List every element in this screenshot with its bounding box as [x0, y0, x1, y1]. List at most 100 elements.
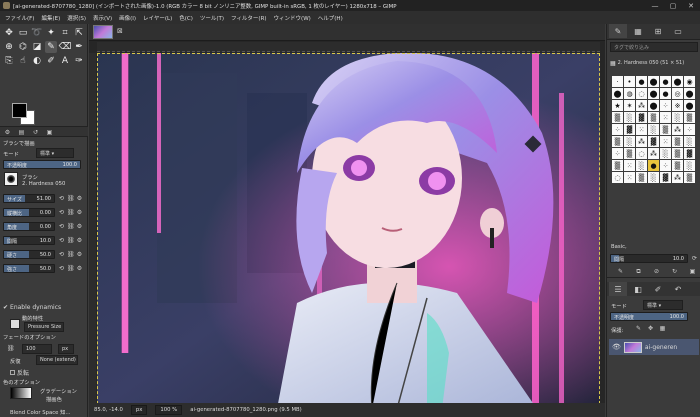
- brush-cell[interactable]: ▒: [660, 124, 671, 135]
- brush-preview[interactable]: [4, 172, 18, 186]
- brush-cell[interactable]: ●: [648, 160, 659, 171]
- brush-cell[interactable]: ⁘: [612, 124, 623, 135]
- brush-cell[interactable]: ⁂: [636, 100, 647, 111]
- minimize-button[interactable]: —: [646, 0, 664, 11]
- link-icon[interactable]: ⛓: [67, 209, 75, 216]
- text-tool-icon[interactable]: A: [59, 55, 71, 67]
- device-status-tab-icon[interactable]: ▤: [18, 129, 25, 136]
- dynamics-icon[interactable]: ⚙: [76, 251, 83, 258]
- brush-spacing-slider[interactable]: 間隔 10.0: [610, 254, 688, 263]
- brush-cell[interactable]: ★: [612, 100, 623, 111]
- option-slider-4[interactable]: 硬さ 50.0: [3, 250, 55, 259]
- brush-cell[interactable]: ●: [660, 76, 671, 87]
- brush-cell[interactable]: ⬤: [684, 88, 695, 99]
- menu-filters[interactable]: フィルター(R): [231, 14, 267, 22]
- clone-icon[interactable]: ⎘: [3, 55, 15, 67]
- brush-cell[interactable]: ░: [684, 136, 695, 147]
- patterns-tab-icon[interactable]: ▦: [629, 24, 647, 38]
- smudge-icon[interactable]: ☝: [17, 55, 29, 67]
- layer-row[interactable]: 👁 ai-generen: [609, 339, 699, 355]
- reset-icon[interactable]: ⟲: [58, 195, 65, 202]
- menu-windows[interactable]: ウィンドウ(W): [274, 14, 311, 22]
- menu-edit[interactable]: 編集(E): [41, 14, 60, 22]
- brush-cell[interactable]: ▓: [648, 136, 659, 147]
- brush-cell[interactable]: ▒: [672, 136, 683, 147]
- brush-cell[interactable]: ◎: [672, 88, 683, 99]
- reset-icon[interactable]: ⟲: [58, 209, 65, 216]
- brush-cell[interactable]: ⁙: [624, 160, 635, 171]
- brush-cell[interactable]: ▒: [612, 112, 623, 123]
- brush-cell[interactable]: ▒: [648, 112, 659, 123]
- dynamics-dropdown[interactable]: Pressure Size: [24, 322, 64, 332]
- transform-icon[interactable]: ⇱: [73, 27, 85, 39]
- brush-cell[interactable]: ▒: [624, 148, 635, 159]
- link-icon[interactable]: ⛓: [67, 237, 75, 244]
- brush-cell[interactable]: ◉: [684, 76, 695, 87]
- unit-dropdown[interactable]: px: [130, 405, 148, 415]
- path-icon[interactable]: ✐: [45, 55, 57, 67]
- gradient-preview[interactable]: [10, 387, 32, 399]
- zoom-dropdown[interactable]: 100 %: [155, 405, 183, 415]
- brush-cell[interactable]: ▒: [636, 172, 647, 183]
- brush-cell[interactable]: ▓: [684, 148, 695, 159]
- dynamics-icon[interactable]: ⚙: [76, 195, 83, 202]
- lasso-icon[interactable]: ➰: [31, 27, 43, 39]
- dynamics-icon[interactable]: ⚙: [76, 223, 83, 230]
- brush-cell[interactable]: ░: [624, 136, 635, 147]
- brush-cell[interactable]: ⁂: [672, 124, 683, 135]
- brush-grid[interactable]: · • ● ⬤ ● ⬤ ◉ ⬤ ◍ ◌ ⬤ ● ◎ ⬤ ★ ✶ ⁂ ⬤ ⁘ ※ ⬤ ▒ ░ ▓ ▒ ⁙ ░ ▒ ⁘ ▓ ⁙ ░ ▒ ⁂ ⁘ …: [612, 76, 695, 241]
- brush-cell[interactable]: ▒: [684, 172, 695, 183]
- brush-cell[interactable]: ▒: [672, 160, 683, 171]
- menu-select[interactable]: 選択(S): [67, 14, 86, 22]
- brush-cell[interactable]: ⁂: [636, 136, 647, 147]
- rect-select-icon[interactable]: ▭: [17, 27, 29, 39]
- mode-dropdown[interactable]: 標準 ▾: [36, 148, 74, 158]
- brush-cell[interactable]: ●: [636, 76, 647, 87]
- brush-cell[interactable]: ⬤: [648, 88, 659, 99]
- close-button[interactable]: ✕: [682, 0, 700, 11]
- move-tool-icon[interactable]: ✥: [3, 27, 15, 39]
- brush-cell[interactable]: ◌: [636, 148, 647, 159]
- crop-icon[interactable]: ⌗: [59, 27, 71, 39]
- refresh-brushes-icon[interactable]: ↻: [671, 268, 678, 275]
- color-picker-icon[interactable]: ✑: [73, 55, 85, 67]
- brush-cell[interactable]: ◌: [636, 88, 647, 99]
- cage-icon[interactable]: ⌬: [17, 41, 29, 53]
- menu-image[interactable]: 画像(I): [119, 14, 136, 22]
- dynamics-preview[interactable]: [10, 319, 20, 329]
- fonts-tab-icon[interactable]: ⊞: [649, 24, 667, 38]
- option-slider-0[interactable]: サイズ 51.00: [3, 194, 55, 203]
- menu-help[interactable]: ヘルプ(H): [318, 14, 343, 22]
- layer-mode-dropdown[interactable]: 標準 ▾: [643, 300, 683, 310]
- brush-cell[interactable]: ·: [612, 76, 623, 87]
- dynamics-icon[interactable]: ⚙: [76, 209, 83, 216]
- duplicate-brush-icon[interactable]: ⧉: [635, 268, 642, 275]
- brush-cell[interactable]: ⬤: [612, 88, 623, 99]
- brush-cell[interactable]: ●: [660, 88, 671, 99]
- brush-cell[interactable]: ░: [636, 160, 647, 171]
- brushes-tab-icon[interactable]: ✎: [609, 24, 627, 38]
- open-as-image-icon[interactable]: ▣: [689, 268, 696, 275]
- menu-colors[interactable]: 色(C): [179, 14, 193, 22]
- brush-cell[interactable]: ⬤: [684, 100, 695, 111]
- image-canvas[interactable]: [97, 53, 600, 409]
- grid-view-icon[interactable]: ▦: [610, 60, 616, 67]
- fuzzy-select-icon[interactable]: ✦: [45, 27, 57, 39]
- enable-dynamics-checkbox[interactable]: ✔ Enable dynamics: [3, 304, 61, 311]
- brush-cell[interactable]: ⬤: [648, 76, 659, 87]
- layers-tab-icon[interactable]: ☰: [609, 282, 627, 296]
- brush-cell[interactable]: ░: [624, 112, 635, 123]
- brush-cell[interactable]: ░: [648, 172, 659, 183]
- brush-cell[interactable]: ⁂: [672, 172, 683, 183]
- brush-cell[interactable]: ░: [672, 112, 683, 123]
- image-tab-thumbnail[interactable]: [93, 25, 113, 39]
- brush-cell[interactable]: ▓: [636, 112, 647, 123]
- undo-tab-icon[interactable]: ↶: [669, 282, 687, 296]
- option-slider-1[interactable]: 縦横比 0.00: [3, 208, 55, 217]
- link-icon[interactable]: ⛓: [67, 265, 75, 272]
- paths-tab-icon[interactable]: ✐: [649, 282, 667, 296]
- maximize-button[interactable]: ▢: [664, 0, 682, 11]
- foreground-color-swatch-top[interactable]: [12, 103, 27, 118]
- undo-history-tab-icon[interactable]: ↺: [32, 129, 39, 136]
- reset-icon[interactable]: ⟲: [58, 251, 65, 258]
